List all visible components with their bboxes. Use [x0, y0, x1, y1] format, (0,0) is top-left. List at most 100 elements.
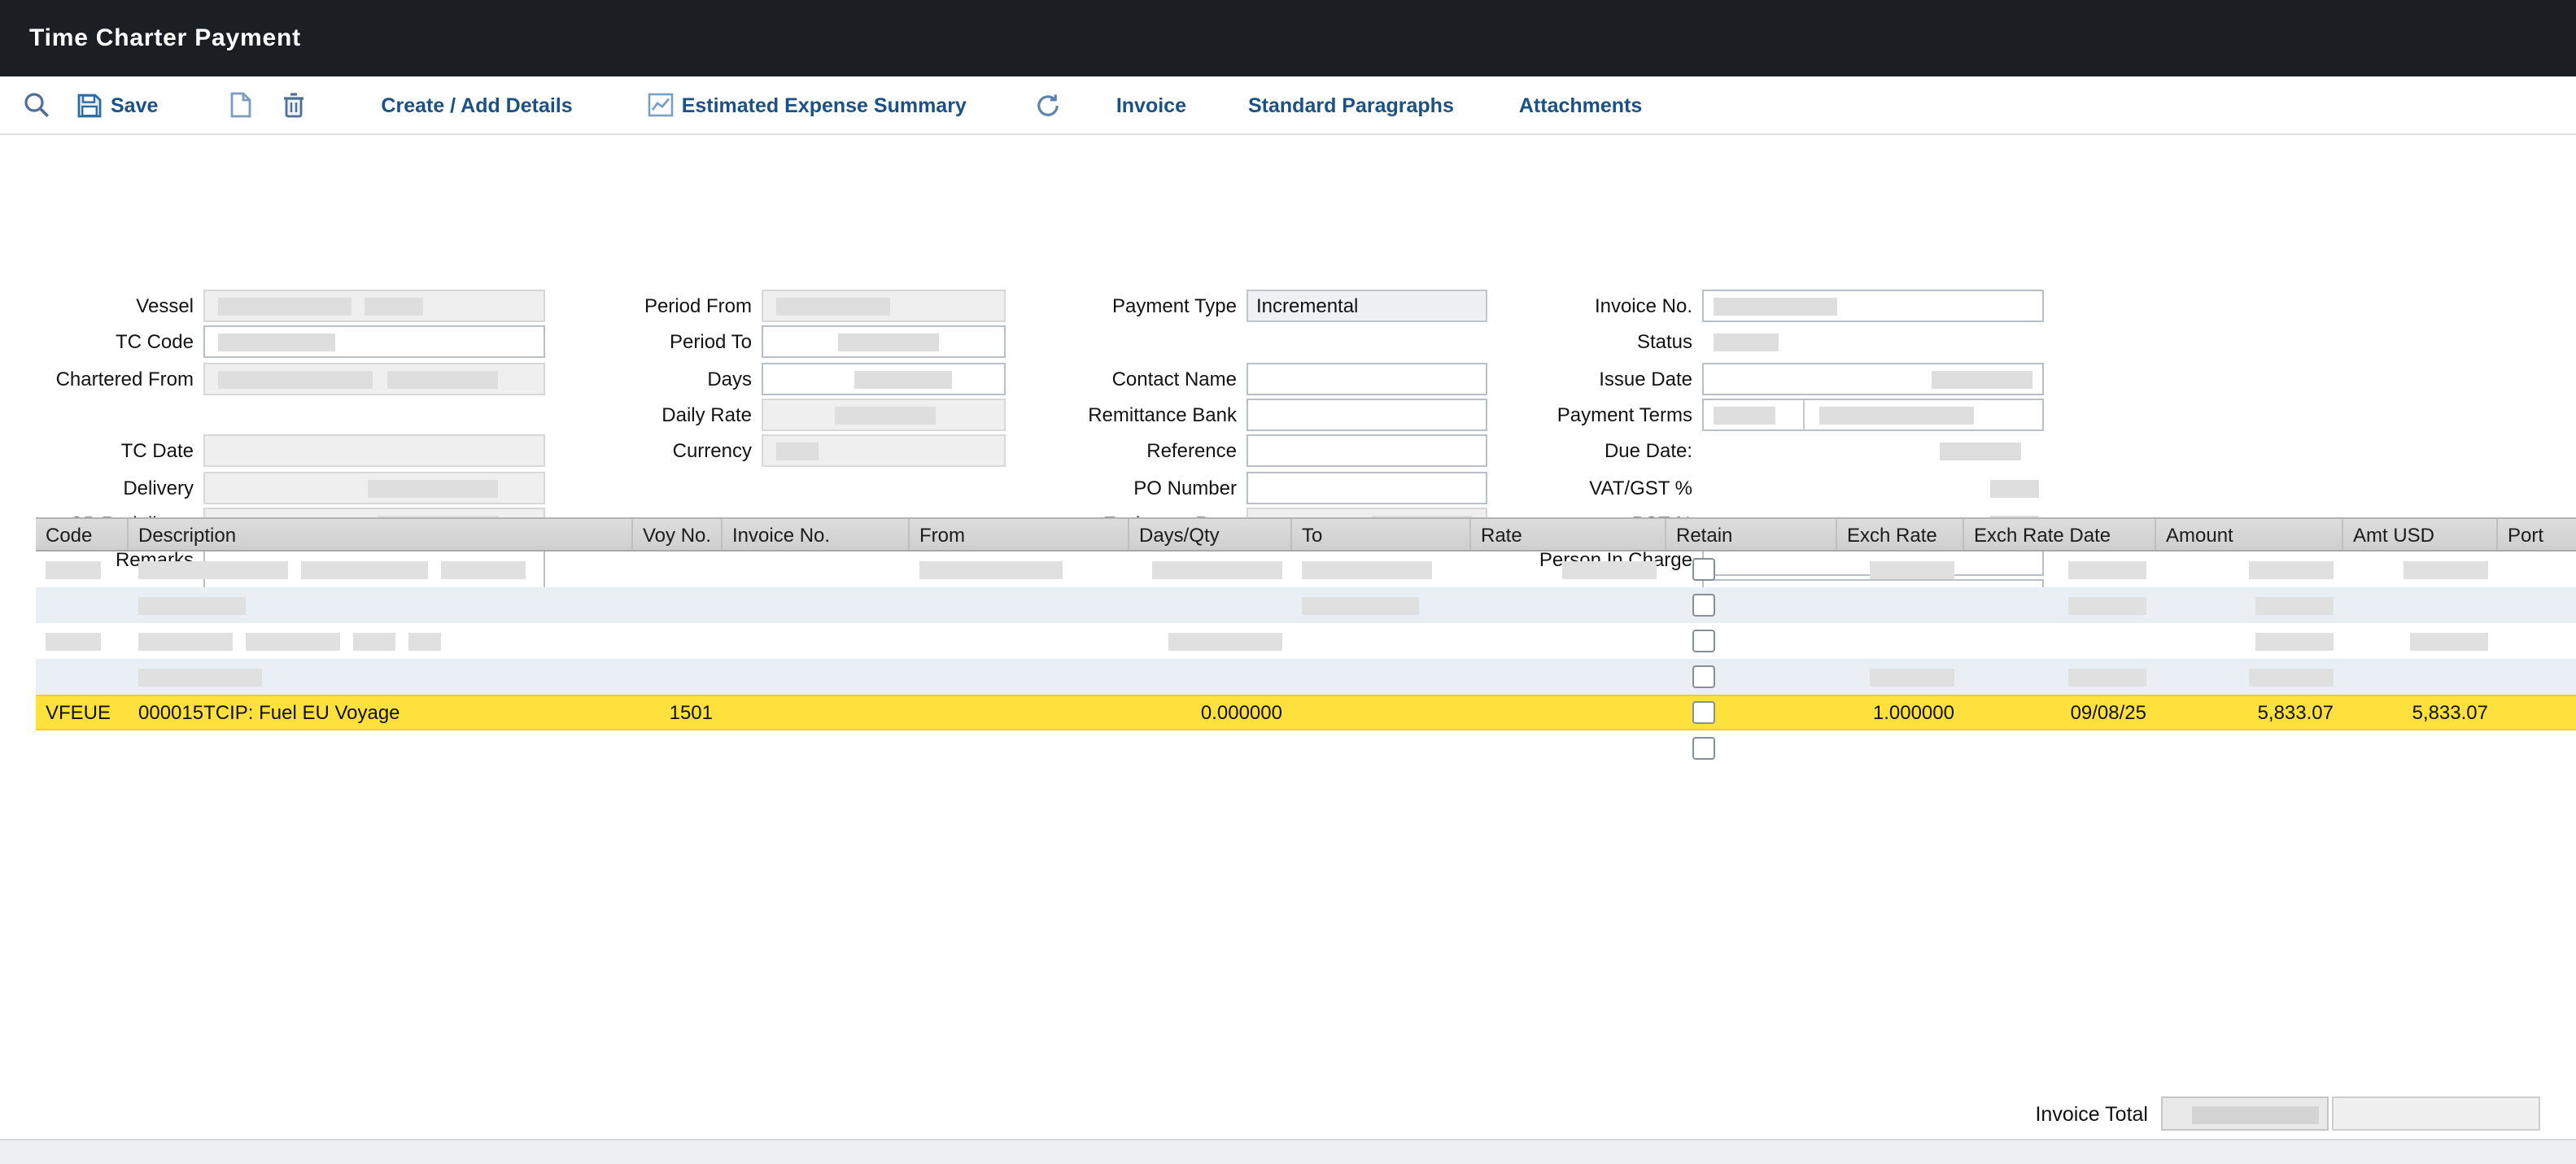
cell-retain — [1666, 659, 1837, 695]
currency-label: Currency — [553, 439, 762, 462]
cell-value: 000015TCIP: Fuel EU Voyage — [138, 701, 400, 724]
col-header-voy_no[interactable]: Voy No. — [633, 519, 723, 550]
redacted-value — [838, 334, 939, 351]
chartered-from-label: Chartered From — [7, 368, 203, 390]
table-row[interactable] — [36, 623, 2576, 659]
col-header-to[interactable]: To — [1292, 519, 1471, 550]
field-row-payment-type: Payment Type Incremental — [1009, 290, 1487, 322]
col-header-port[interactable]: Port — [2498, 519, 2576, 550]
retain-checkbox[interactable] — [1692, 558, 1715, 581]
period-from-field — [762, 290, 1006, 322]
col-header-retain[interactable]: Retain — [1666, 519, 1837, 550]
retain-checkbox[interactable] — [1692, 665, 1715, 688]
period-to-field[interactable] — [762, 325, 1006, 358]
invoice-button[interactable]: Invoice — [1116, 94, 1186, 116]
payment-type-label: Payment Type — [1009, 294, 1247, 317]
col-header-code[interactable]: Code — [36, 519, 129, 550]
cell-amt_usd — [2343, 659, 2498, 695]
daily-rate-label: Daily Rate — [553, 403, 762, 426]
col-header-days_qty[interactable]: Days/Qty — [1129, 519, 1292, 550]
redacted-value — [1940, 442, 2021, 460]
col-header-invoice_no[interactable]: Invoice No. — [723, 519, 910, 550]
payment-terms-field[interactable] — [1702, 399, 2044, 431]
table-row[interactable] — [36, 587, 2576, 623]
delivery-field — [203, 472, 545, 504]
estimated-expense-summary-button[interactable]: Estimated Expense Summary — [648, 93, 967, 117]
retain-checkbox[interactable] — [1692, 630, 1715, 652]
cell-port — [2498, 551, 2576, 587]
cell-invoice_no — [723, 695, 910, 730]
redacted-value — [1819, 407, 1974, 425]
create-add-details-button[interactable]: Create / Add Details — [381, 94, 572, 116]
redacted-value — [246, 632, 340, 650]
search-button[interactable] — [23, 91, 50, 119]
cell-amount — [2156, 623, 2343, 659]
save-button[interactable]: Save — [76, 92, 158, 118]
redacted-value — [408, 632, 441, 650]
col-header-from[interactable]: From — [910, 519, 1129, 550]
cell-days_qty — [1129, 730, 1292, 766]
col-header-amount[interactable]: Amount — [2156, 519, 2343, 550]
table-row[interactable] — [36, 659, 2576, 695]
cell-exch_rate — [1837, 587, 1964, 623]
field-row-vat-gst: VAT/GST % — [1432, 472, 2044, 504]
days-field[interactable] — [762, 363, 1006, 395]
delete-button[interactable] — [282, 91, 306, 119]
redacted-value — [1990, 480, 2039, 498]
redacted-value — [1562, 560, 1657, 578]
cell-description — [129, 551, 633, 587]
redacted-value — [1302, 596, 1419, 614]
col-header-amt_usd[interactable]: Amt USD — [2343, 519, 2498, 550]
estimated-expense-summary-label: Estimated Expense Summary — [682, 94, 967, 116]
col-header-rate[interactable]: Rate — [1471, 519, 1666, 550]
cell-value: 09/08/25 — [2071, 701, 2146, 724]
cell-from — [910, 659, 1129, 695]
create-add-details-label: Create / Add Details — [381, 94, 572, 116]
cell-to — [1292, 659, 1471, 695]
redacted-value — [301, 560, 428, 578]
cell-voy_no — [633, 659, 723, 695]
cell-to — [1292, 587, 1471, 623]
cell-amount — [2156, 730, 2343, 766]
cell-code: VFEUE — [36, 695, 129, 730]
due-date-label: Due Date: — [1432, 439, 1702, 462]
invoice-no-field[interactable] — [1702, 290, 2044, 322]
cell-port — [2498, 695, 2576, 730]
table-row-selected[interactable]: VFEUE000015TCIP: Fuel EU Voyage15010.000… — [36, 695, 2576, 730]
retain-checkbox[interactable] — [1692, 701, 1715, 724]
cell-port — [2498, 623, 2576, 659]
cell-from — [910, 587, 1129, 623]
retain-checkbox[interactable] — [1692, 594, 1715, 617]
table-row[interactable] — [36, 551, 2576, 587]
field-divider — [1803, 400, 1805, 429]
redacted-value — [2410, 632, 2488, 650]
col-header-exch_rate_date[interactable]: Exch Rate Date — [1964, 519, 2156, 550]
invoice-total-amount-field — [2161, 1096, 2329, 1131]
retain-checkbox[interactable] — [1692, 737, 1715, 760]
attachments-button[interactable]: Attachments — [1519, 94, 1642, 116]
cell-invoice_no — [723, 623, 910, 659]
page-title: Time Charter Payment — [29, 24, 301, 52]
vat-gst-field — [1702, 472, 2044, 504]
cell-value: 1.000000 — [1873, 701, 1954, 724]
issue-date-field[interactable] — [1702, 363, 2044, 395]
col-header-description[interactable]: Description — [129, 519, 633, 550]
cell-retain — [1666, 695, 1837, 730]
cell-amount — [2156, 587, 2343, 623]
cell-port — [2498, 730, 2576, 766]
details-table: CodeDescriptionVoy No.Invoice No.FromDay… — [36, 517, 2576, 766]
table-row[interactable] — [36, 730, 2576, 766]
cell-to — [1292, 695, 1471, 730]
tc-code-field[interactable] — [203, 325, 545, 358]
table-header-row: CodeDescriptionVoy No.Invoice No.FromDay… — [36, 517, 2576, 551]
refresh-button[interactable] — [1035, 92, 1061, 118]
standard-paragraphs-button[interactable]: Standard Paragraphs — [1248, 94, 1454, 116]
cell-rate — [1471, 587, 1666, 623]
redacted-value — [776, 442, 819, 460]
new-document-button[interactable] — [229, 91, 252, 119]
field-row-status: Status — [1432, 325, 2044, 358]
cell-exch_rate_date — [1964, 659, 2156, 695]
cell-value: 5,833.07 — [2258, 701, 2334, 724]
col-header-exch_rate[interactable]: Exch Rate — [1837, 519, 1964, 550]
cell-exch_rate_date — [1964, 587, 2156, 623]
